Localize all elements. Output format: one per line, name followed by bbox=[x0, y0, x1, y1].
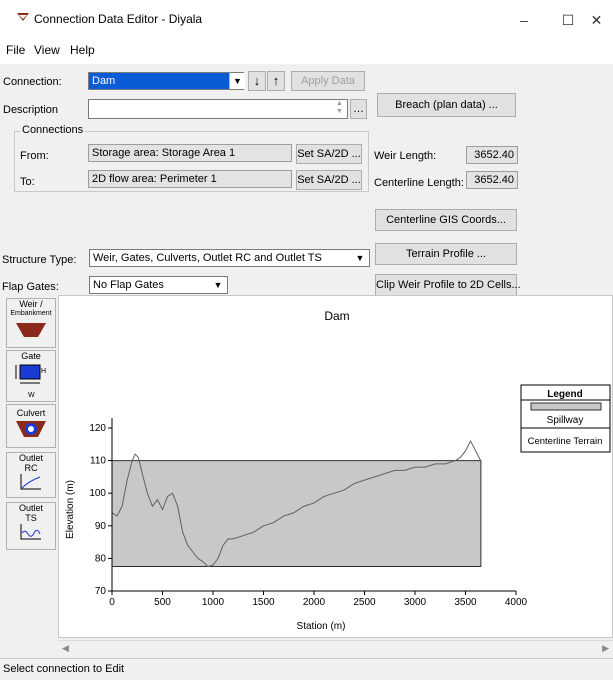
y-axis-label: Elevation (m) bbox=[65, 480, 76, 539]
spillway-area bbox=[111, 460, 482, 568]
y-tick-label: 80 bbox=[95, 553, 107, 564]
x-tick-label: 500 bbox=[154, 597, 171, 608]
culvert-label: Culvert bbox=[16, 408, 46, 418]
flap-gates-value: No Flap Gates bbox=[93, 279, 164, 291]
status-text: Select connection to Edit bbox=[3, 663, 125, 675]
centerline-length-label: Centerline Length: bbox=[374, 177, 464, 189]
connection-value: Dam bbox=[92, 75, 116, 87]
from-label: From: bbox=[20, 150, 49, 162]
menu-file[interactable]: File bbox=[6, 43, 25, 57]
title-bar: Connection Data Editor - Diyala – ☐ ✕ bbox=[0, 0, 613, 38]
connections-group-label: Connections bbox=[20, 124, 86, 136]
outlet-rc-line1: Outlet bbox=[18, 453, 43, 463]
y-tick-label: 110 bbox=[90, 456, 106, 467]
connection-select[interactable]: Dam bbox=[88, 72, 244, 90]
outlet-rc-line2: RC bbox=[24, 463, 38, 473]
legend-terrain: Centerline Terrain bbox=[528, 436, 603, 447]
menu-view[interactable]: View bbox=[34, 43, 60, 57]
y-tick-label: 120 bbox=[89, 423, 106, 434]
plot-area[interactable]: Dam 0 500 1000 1500 2000 2500 3000 3500 4000 70 80 9… bbox=[58, 295, 613, 638]
x-tick-label: 1000 bbox=[202, 597, 225, 608]
description-label: Description bbox=[3, 104, 59, 116]
outlet-ts-line2: TS bbox=[25, 513, 37, 523]
x-tick-label: 3500 bbox=[454, 597, 477, 608]
arrow-down-icon[interactable]: ↓ bbox=[248, 71, 266, 91]
to-label: To: bbox=[20, 176, 35, 188]
arrow-up-icon[interactable]: ↑ bbox=[267, 71, 285, 91]
outlet-rc-button[interactable]: Outlet RC bbox=[6, 452, 56, 498]
x-tick-label: 4000 bbox=[505, 597, 528, 608]
legend-spillway: Spillway bbox=[547, 415, 584, 426]
status-bar: Select connection to Edit bbox=[0, 658, 613, 680]
flap-gates-select[interactable]: No Flap Gates bbox=[89, 276, 228, 294]
weir-length-field: 3652.40 bbox=[466, 146, 518, 164]
legend-spillway-swatch bbox=[530, 402, 602, 411]
profile-chart: Dam 0 500 1000 1500 2000 2500 3000 3500 4000 70 80 9… bbox=[65, 309, 611, 632]
y-tick-label: 70 bbox=[95, 586, 107, 597]
structure-type-label: Structure Type: bbox=[2, 254, 77, 266]
gate-button[interactable]: Gate H W bbox=[6, 350, 56, 402]
scroll-left-icon[interactable]: ◀ bbox=[62, 643, 69, 654]
horizontal-scrollbar[interactable]: ◀ ▶ bbox=[58, 640, 613, 657]
weir-label-line2: Embankment bbox=[10, 310, 52, 317]
to-field: 2D flow area: Perimeter 1 bbox=[88, 170, 292, 188]
gate-w-label: W bbox=[28, 392, 35, 399]
embankment-icon bbox=[16, 323, 46, 337]
rating-curve-icon bbox=[20, 474, 41, 490]
outlet-ts-button[interactable]: Outlet TS bbox=[6, 502, 56, 550]
weir-embankment-button[interactable]: Weir / Embankment bbox=[6, 298, 56, 348]
terrain-profile-button[interactable]: Terrain Profile ... bbox=[375, 243, 517, 265]
weir-label-line1: Weir / bbox=[19, 299, 43, 309]
scroll-right-icon[interactable]: ▶ bbox=[602, 643, 609, 654]
x-tick-label: 0 bbox=[109, 597, 115, 608]
description-ellipsis-button[interactable]: … bbox=[350, 99, 367, 119]
x-tick-label: 3000 bbox=[404, 597, 427, 608]
flap-gates-dropdown-icon[interactable]: ▼ bbox=[210, 277, 226, 293]
set-sa-to-button[interactable]: Set SA/2D ... bbox=[296, 170, 362, 190]
apply-data-button[interactable]: Apply Data bbox=[291, 71, 365, 91]
structure-type-value: Weir, Gates, Culverts, Outlet RC and Out… bbox=[93, 252, 322, 264]
structure-type-dropdown-icon[interactable]: ▼ bbox=[352, 250, 368, 266]
menu-help[interactable]: Help bbox=[70, 43, 95, 57]
description-spinner-icon[interactable]: ▲ ▼ bbox=[333, 100, 346, 118]
clip-weir-button[interactable]: Clip Weir Profile to 2D Cells... bbox=[375, 274, 521, 296]
x-tick-label: 2500 bbox=[353, 597, 376, 608]
structure-type-select[interactable]: Weir, Gates, Culverts, Outlet RC and Out… bbox=[89, 249, 370, 267]
weir-length-label: Weir Length: bbox=[374, 150, 437, 162]
culvert-button[interactable]: Culvert bbox=[6, 404, 56, 448]
outlet-ts-line1: Outlet bbox=[18, 503, 43, 513]
menu-bar: File View Help bbox=[0, 38, 613, 64]
breach-button[interactable]: Breach (plan data) ... bbox=[377, 93, 516, 117]
chart-title: Dam bbox=[324, 309, 349, 323]
connection-label: Connection: bbox=[3, 76, 62, 88]
x-axis-label: Station (m) bbox=[297, 621, 346, 632]
flap-gates-label: Flap Gates: bbox=[2, 281, 59, 293]
gate-label: Gate bbox=[21, 351, 41, 361]
close-button[interactable]: ✕ bbox=[580, 6, 613, 34]
x-tick-label: 1500 bbox=[252, 597, 275, 608]
connection-dropdown-icon[interactable]: ▼ bbox=[229, 73, 245, 89]
y-tick-label: 90 bbox=[95, 521, 107, 532]
x-tick-label: 2000 bbox=[303, 597, 326, 608]
minimize-button[interactable]: – bbox=[501, 6, 547, 34]
from-field: Storage area: Storage Area 1 bbox=[88, 144, 292, 162]
legend-title: Legend bbox=[547, 389, 583, 400]
culvert-icon bbox=[16, 421, 46, 437]
time-series-icon bbox=[20, 524, 41, 540]
app-icon bbox=[17, 13, 29, 21]
gate-h-label: H bbox=[41, 368, 47, 375]
window-title: Connection Data Editor - Diyala bbox=[34, 12, 203, 26]
description-field[interactable] bbox=[88, 99, 348, 119]
set-sa-from-button[interactable]: Set SA/2D ... bbox=[296, 144, 362, 164]
centerline-length-field: 3652.40 bbox=[466, 171, 518, 189]
y-tick-label: 100 bbox=[89, 488, 106, 499]
centerline-gis-button[interactable]: Centerline GIS Coords... bbox=[375, 209, 517, 231]
